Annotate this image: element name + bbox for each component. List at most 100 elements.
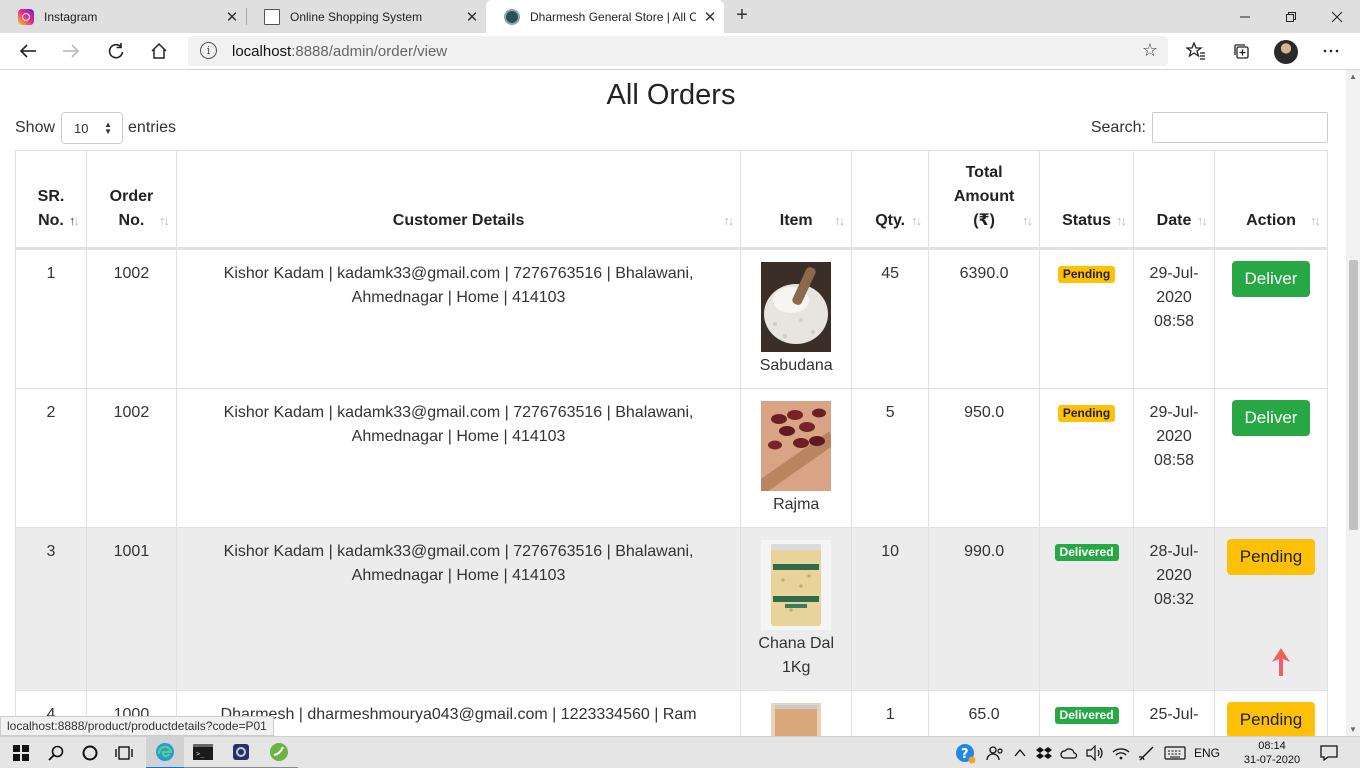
url-text: localhost:8888/admin/order/view	[232, 43, 448, 60]
address-bar[interactable]: i localhost:8888/admin/order/view ☆	[188, 36, 1168, 66]
product-image-rajma[interactable]	[761, 401, 832, 491]
close-icon[interactable]: ✕	[458, 8, 486, 26]
status-badge: Pending	[1057, 405, 1116, 422]
edge-browser-icon	[156, 743, 174, 761]
close-icon[interactable]: ✕	[218, 8, 246, 26]
product-image-sabudana[interactable]	[761, 262, 832, 352]
cortana-button[interactable]	[74, 737, 106, 768]
terminal-icon: >_	[193, 744, 213, 760]
table-header-row: SR. No. ↑↓ Order No. ↑↓ Customer Details ↑↓ I…	[15, 150, 1329, 249]
volume-icon[interactable]	[1086, 745, 1104, 761]
column-header-status[interactable]: Status ↑↓	[1039, 150, 1135, 249]
deliver-button[interactable]: Deliver	[1231, 400, 1311, 436]
total-amount-cell: 6390.0	[928, 248, 1041, 389]
store-icon	[504, 8, 520, 25]
back-button[interactable]	[13, 38, 43, 64]
system-clock[interactable]: 08:14 31-07-2020	[1240, 739, 1304, 767]
tab-title: Instagram	[44, 9, 98, 24]
refresh-button[interactable]	[101, 38, 131, 64]
taskbar-app-edge[interactable]	[146, 737, 184, 768]
restore-button[interactable]	[1268, 0, 1314, 33]
order-no-cell: 1002	[85, 248, 177, 389]
home-button[interactable]	[144, 38, 174, 64]
scrollbar-thumb[interactable]	[1349, 260, 1358, 530]
page-content: All Orders Show 10 ▲ ▼ entries Search: SR…	[0, 70, 1346, 736]
collections-icon	[1234, 44, 1249, 59]
wifi-icon[interactable]	[1112, 746, 1130, 760]
column-header-customer-details[interactable]: Customer Details ↑↓	[175, 150, 742, 249]
favorites-button[interactable]	[1181, 38, 1211, 64]
total-amount-cell: 65.0	[928, 690, 1041, 736]
orders-table: SR. No. ↑↓ Order No. ↑↓ Customer Details ↑↓ I…	[15, 150, 1329, 736]
pen-icon[interactable]	[1138, 745, 1156, 761]
collections-button[interactable]	[1226, 38, 1256, 64]
close-icon[interactable]: ✕	[696, 8, 724, 26]
product-image-chana-dal[interactable]	[761, 540, 832, 630]
help-icon[interactable]: ?	[954, 742, 976, 764]
status-cell: Delivered	[1039, 527, 1135, 691]
tab-online-shopping[interactable]: Online Shopping System ✕	[246, 0, 486, 33]
taskbar-app-terminal[interactable]: >_	[184, 737, 222, 768]
item-name[interactable]: Chana Dal 1Kg	[758, 635, 834, 676]
page-scrollbar[interactable]: ▲ ▼	[1346, 70, 1360, 736]
back-to-top-arrow-icon[interactable]	[1272, 648, 1290, 676]
table-row: 2 1002 Kishor Kadam | kadamk33@gmail.com…	[15, 388, 1329, 528]
sort-asc-icon: ↑↓	[68, 213, 80, 228]
windows-taskbar: >_ ? ENG 08:14 31-07-2020	[0, 736, 1360, 768]
search-button[interactable]	[40, 737, 72, 768]
people-icon[interactable]	[986, 745, 1004, 761]
scroll-down-icon[interactable]: ▼	[1349, 725, 1357, 734]
chevron-up-icon[interactable]	[1014, 748, 1026, 758]
task-view-button[interactable]	[108, 737, 140, 768]
column-header-date[interactable]: Date ↑↓	[1133, 150, 1215, 249]
close-icon	[1331, 11, 1343, 22]
entries-select[interactable]: 10 ▲ ▼	[61, 112, 124, 144]
minimize-button[interactable]	[1222, 0, 1268, 33]
column-header-action[interactable]: Action ↑↓	[1213, 150, 1329, 249]
deliver-button[interactable]: Deliver	[1231, 261, 1311, 297]
pending-button[interactable]: Pending	[1226, 539, 1316, 575]
date-cell: 25-Jul-	[1133, 690, 1215, 736]
start-button[interactable]	[4, 737, 38, 768]
restore-icon	[1286, 11, 1296, 22]
status-badge: Delivered	[1054, 707, 1119, 724]
favorite-star-icon[interactable]: ☆	[1142, 40, 1158, 61]
onedrive-cloud-icon[interactable]	[1060, 747, 1078, 759]
pending-button[interactable]: Pending	[1226, 702, 1316, 736]
column-header-qty[interactable]: Qty. ↑↓	[851, 150, 930, 249]
settings-more-button[interactable]	[1316, 38, 1346, 64]
action-cell: Pending	[1213, 527, 1329, 691]
column-header-item[interactable]: Item ↑↓	[740, 150, 853, 249]
forward-button[interactable]	[56, 38, 86, 64]
date-cell: 28-Jul- 2020 08:32	[1133, 527, 1215, 691]
status-badge: Delivered	[1054, 544, 1119, 561]
window-close-button[interactable]	[1314, 0, 1360, 33]
column-header-order-no[interactable]: Order No. ↑↓	[85, 150, 177, 249]
taskbar-app-spring[interactable]	[260, 737, 298, 768]
product-image[interactable]	[761, 703, 831, 736]
qty-cell: 10	[851, 527, 930, 691]
sort-icon: ↑↓	[723, 213, 734, 228]
table-row: 1 1002 Kishor Kadam | kadamk33@gmail.com…	[15, 248, 1329, 389]
browser-toolbar: i localhost:8888/admin/order/view ☆	[0, 33, 1360, 70]
item-cell: Sabudana	[740, 248, 853, 389]
input-language[interactable]: ENG	[1194, 746, 1220, 760]
info-icon[interactable]: i	[200, 42, 217, 59]
taskbar-app-tool[interactable]	[222, 737, 260, 768]
new-tab-button[interactable]: +	[730, 4, 754, 27]
scroll-up-icon[interactable]: ▲	[1349, 72, 1357, 81]
tab-instagram[interactable]: Instagram ✕	[0, 0, 246, 33]
customer-details-cell: Kishor Kadam | kadamk33@gmail.com | 7276…	[175, 248, 742, 389]
tab-all-orders[interactable]: Dharmesh General Store | All Orders ✕	[486, 0, 724, 33]
column-header-sr-no[interactable]: SR. No. ↑↓	[15, 150, 87, 249]
notifications-button[interactable]	[1316, 737, 1342, 768]
item-name[interactable]: Rajma	[773, 496, 819, 513]
system-tray: ? ENG	[954, 737, 1220, 768]
search-input[interactable]	[1152, 112, 1328, 143]
profile-avatar[interactable]	[1274, 40, 1298, 64]
column-header-total-amount[interactable]: Total Amount (₹) ↑↓	[928, 150, 1041, 249]
sort-icon: ↑↓	[1310, 213, 1321, 228]
keyboard-icon[interactable]	[1164, 746, 1186, 760]
item-name[interactable]: Sabudana	[760, 357, 833, 374]
dropbox-icon[interactable]	[1036, 746, 1052, 760]
